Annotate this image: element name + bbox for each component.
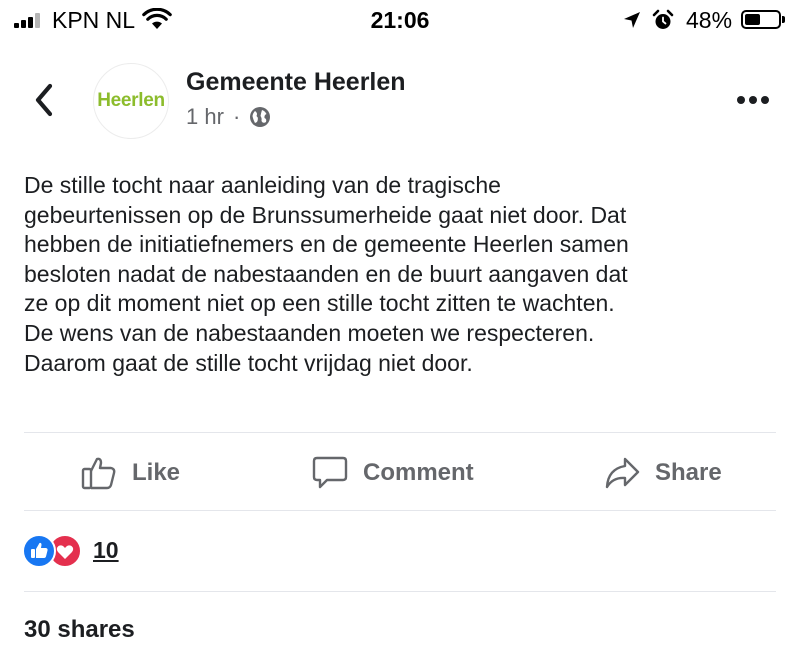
share-label: Share [655, 459, 722, 486]
thumbs-up-icon [81, 457, 116, 490]
share-button[interactable]: Share [603, 451, 722, 495]
reaction-count[interactable]: 10 [93, 537, 119, 564]
page-avatar[interactable]: Heerlen [93, 63, 169, 139]
battery-percentage: 48% [686, 7, 733, 33]
divider-middle [24, 510, 776, 511]
share-arrow-icon [605, 457, 640, 489]
post-text: De stille tocht naar aanleiding van de t… [24, 172, 629, 376]
avatar-logo-text: Heerlen [97, 90, 165, 111]
divider-bottom [24, 591, 776, 592]
location-arrow-icon [624, 12, 640, 28]
like-button[interactable]: Like [80, 451, 180, 495]
like-label: Like [132, 459, 181, 486]
back-chevron-icon[interactable] [30, 82, 60, 118]
shares-count[interactable]: 30 shares [24, 616, 135, 644]
battery-tip [782, 16, 785, 23]
reactions-summary[interactable] [22, 533, 142, 568]
post-timestamp[interactable]: 1 hr [186, 104, 224, 130]
like-reaction-icon [22, 534, 56, 568]
comment-button[interactable]: Comment [311, 451, 474, 495]
divider-top [24, 432, 776, 433]
status-bar: KPN NL 21:06 48% [0, 0, 800, 40]
alarm-clock-icon [652, 9, 674, 29]
clock: 21:06 [370, 7, 430, 33]
battery-icon [741, 10, 781, 29]
more-options-icon[interactable] [735, 92, 771, 108]
comment-label: Comment [363, 459, 474, 486]
page-name[interactable]: Gemeente Heerlen [186, 68, 406, 97]
globe-icon [250, 107, 270, 127]
comment-bubble-icon [312, 456, 348, 489]
timestamp-separator: · [233, 104, 241, 129]
